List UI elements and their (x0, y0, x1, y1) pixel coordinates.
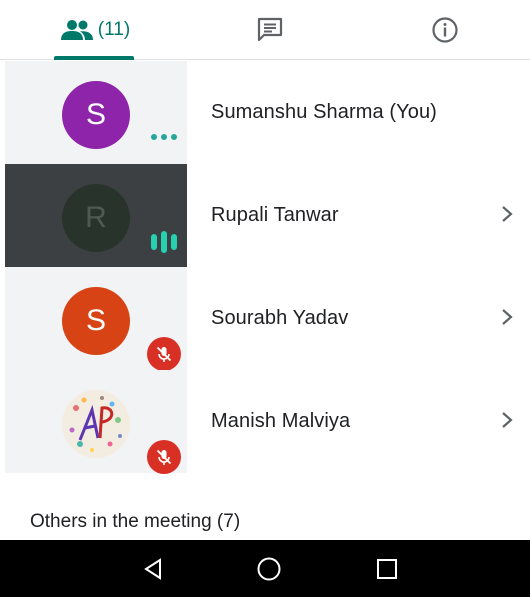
chevron-right-icon[interactable] (500, 204, 514, 224)
participant-row[interactable]: Manish Malviya (5, 370, 530, 474)
info-icon (432, 17, 458, 43)
avatar: S (62, 81, 130, 149)
people-icon (60, 20, 93, 40)
tab-bar: (11) (0, 0, 530, 60)
participant-row[interactable]: S Sourabh Yadav (5, 267, 530, 371)
participant-row[interactable]: R Rupali Tanwar (5, 164, 530, 267)
avatar-image (62, 390, 130, 458)
participant-row[interactable]: S Sumanshu Sharma (You) (5, 61, 530, 164)
avatar-initial: R (85, 201, 107, 234)
muted-mic-icon (147, 337, 181, 371)
recents-square-icon[interactable] (370, 552, 404, 586)
participant-name: Manish Malviya (211, 410, 351, 432)
tab-info[interactable] (400, 0, 490, 60)
chevron-right-icon[interactable] (500, 307, 514, 327)
home-circle-icon[interactable] (252, 552, 286, 586)
tab-chat[interactable] (225, 0, 315, 60)
participant-list: S Sumanshu Sharma (You) R Rupali Tanwar … (5, 61, 530, 474)
more-dots-icon[interactable] (151, 134, 177, 140)
muted-mic-icon (147, 440, 181, 474)
avatar-initial: S (85, 98, 106, 131)
chat-icon (257, 17, 283, 42)
participant-count: (11) (97, 19, 131, 40)
speaking-bars-icon (151, 231, 177, 253)
avatar: R (62, 184, 130, 252)
participant-name: Sourabh Yadav (211, 307, 349, 329)
chevron-right-icon[interactable] (500, 410, 514, 430)
avatar-initial: S (85, 304, 106, 337)
participant-name: Rupali Tanwar (211, 204, 339, 226)
active-tab-indicator (54, 56, 134, 60)
system-nav-bar (0, 540, 530, 597)
tab-people[interactable]: (11) (40, 0, 150, 60)
participant-name: Sumanshu Sharma (You) (211, 101, 437, 123)
avatar: S (62, 287, 130, 355)
back-triangle-icon[interactable] (136, 552, 170, 586)
others-section-header: Others in the meeting (7) (30, 511, 241, 532)
